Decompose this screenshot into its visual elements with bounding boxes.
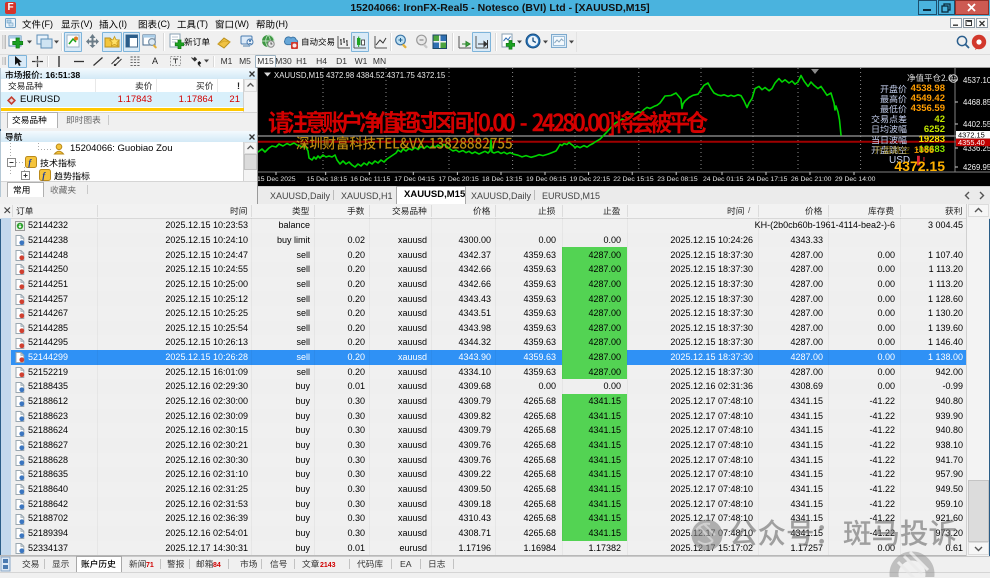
svg-text:4269.95: 4269.95 xyxy=(963,163,990,172)
svg-text:24 Dec 01:15: 24 Dec 01:15 xyxy=(703,176,744,183)
svg-text:24 Dec 17:15: 24 Dec 17:15 xyxy=(747,176,788,183)
svg-text:19 Dec 22:15: 19 Dec 22:15 xyxy=(570,176,611,183)
svg-text:17 Dec 20:15: 17 Dec 20:15 xyxy=(438,176,479,183)
svg-text:4402.55: 4402.55 xyxy=(963,120,990,129)
svg-text:29 Dec 14:00: 29 Dec 14:00 xyxy=(835,176,876,183)
svg-text:4468.85: 4468.85 xyxy=(963,98,990,107)
svg-text:15 Dec 2025: 15 Dec 2025 xyxy=(258,176,296,183)
svg-text:17 Dec 04:15: 17 Dec 04:15 xyxy=(394,176,435,183)
svg-text:23 Dec 08:15: 23 Dec 08:15 xyxy=(657,176,698,183)
svg-text:XAUUSD,M15 4372.98 4384.52 43: XAUUSD,M15 4372.98 4384.52 4371.75 4372.… xyxy=(274,71,446,80)
svg-text:15 Dec 18:15: 15 Dec 18:15 xyxy=(307,176,348,183)
svg-text:22 Dec 15:15: 22 Dec 15:15 xyxy=(613,176,654,183)
svg-text:16 Dec 11:15: 16 Dec 11:15 xyxy=(350,176,390,183)
svg-text:26 Dec 21:00: 26 Dec 21:00 xyxy=(791,176,832,183)
svg-text:18 Dec 13:15: 18 Dec 13:15 xyxy=(482,176,523,183)
svg-text:19 Dec 06:15: 19 Dec 06:15 xyxy=(526,176,567,183)
svg-text:4355.40: 4355.40 xyxy=(958,138,985,147)
svg-text:4537.10: 4537.10 xyxy=(963,76,990,85)
